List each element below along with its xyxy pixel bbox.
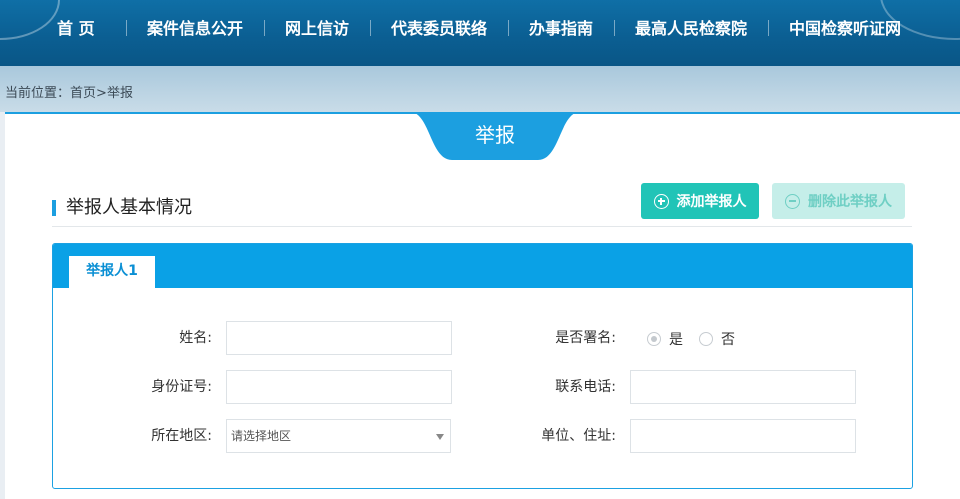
breadcrumb: 当前位置：首页>举报: [5, 82, 133, 101]
breadcrumb-strip: 当前位置：首页>举报: [0, 66, 960, 112]
nav-item-supreme-procuratorate[interactable]: 最高人民检察院: [635, 18, 747, 40]
top-navigation: 首 页 案件信息公开 网上信访 代表委员联络 办事指南 最高人民检察院 中国检察…: [0, 0, 960, 66]
dropdown-arrow-icon: [436, 434, 444, 440]
signed-no-radio[interactable]: [699, 332, 713, 346]
nav-item-service-guide[interactable]: 办事指南: [529, 18, 593, 40]
nav-item-online-petition[interactable]: 网上信访: [285, 18, 349, 40]
region-select-value: 请选择地区: [231, 429, 292, 443]
nav-list: 首 页 案件信息公开 网上信访 代表委员联络 办事指南 最高人民检察院 中国检察…: [0, 0, 960, 60]
signed-yes-radio[interactable]: [647, 332, 661, 346]
phone-label: 联系电话:: [555, 379, 616, 395]
id-number-label: 身份证号:: [151, 379, 212, 395]
breadcrumb-current: 举报: [106, 86, 133, 101]
signed-yes-text: 是: [669, 332, 683, 348]
name-input[interactable]: [226, 321, 452, 355]
nav-separator: [508, 20, 509, 36]
name-label: 姓名:: [179, 330, 212, 346]
signed-no-option[interactable]: 否: [699, 331, 735, 348]
breadcrumb-home-link[interactable]: 首页: [70, 86, 96, 101]
nav-item-case-info[interactable]: 案件信息公开: [147, 18, 243, 40]
add-reporter-label: 添加举报人: [676, 194, 747, 210]
nav-separator: [370, 20, 371, 36]
page-title-tab: 举报: [410, 112, 580, 160]
breadcrumb-prefix: 当前位置：: [5, 86, 71, 101]
id-number-input[interactable]: [226, 370, 452, 404]
add-reporter-button[interactable]: 添加举报人: [641, 183, 759, 219]
nav-separator: [614, 20, 615, 36]
breadcrumb-separator: >: [96, 86, 107, 101]
phone-input[interactable]: [630, 370, 856, 404]
address-input[interactable]: [630, 419, 856, 453]
address-label: 单位、住址:: [541, 428, 616, 444]
nav-item-hearing-network[interactable]: 中国检察听证网: [789, 18, 901, 40]
signed-yes-option[interactable]: 是: [647, 331, 683, 348]
nav-separator: [126, 20, 127, 36]
signed-no-text: 否: [721, 332, 735, 348]
plus-circle-icon: [653, 193, 669, 209]
minus-circle-icon: [785, 193, 800, 209]
page-title: 举报: [475, 123, 515, 147]
nav-separator: [768, 20, 769, 36]
delete-reporter-label: 删除此举报人: [808, 194, 892, 210]
region-select[interactable]: 请选择地区: [226, 419, 451, 453]
section-divider: [52, 226, 912, 227]
nav-separator: [264, 20, 265, 36]
form-header-bar: 举报人1: [53, 244, 912, 288]
tab-reporter-1[interactable]: 举报人1: [69, 256, 155, 288]
delete-reporter-button[interactable]: 删除此举报人: [772, 183, 905, 219]
signed-label: 是否署名:: [555, 330, 616, 346]
section-title: 举报人基本情况: [52, 196, 192, 220]
nav-item-home[interactable]: 首 页: [57, 18, 95, 40]
nav-item-representative-liaison[interactable]: 代表委员联络: [391, 18, 487, 40]
region-label: 所在地区:: [151, 428, 212, 444]
